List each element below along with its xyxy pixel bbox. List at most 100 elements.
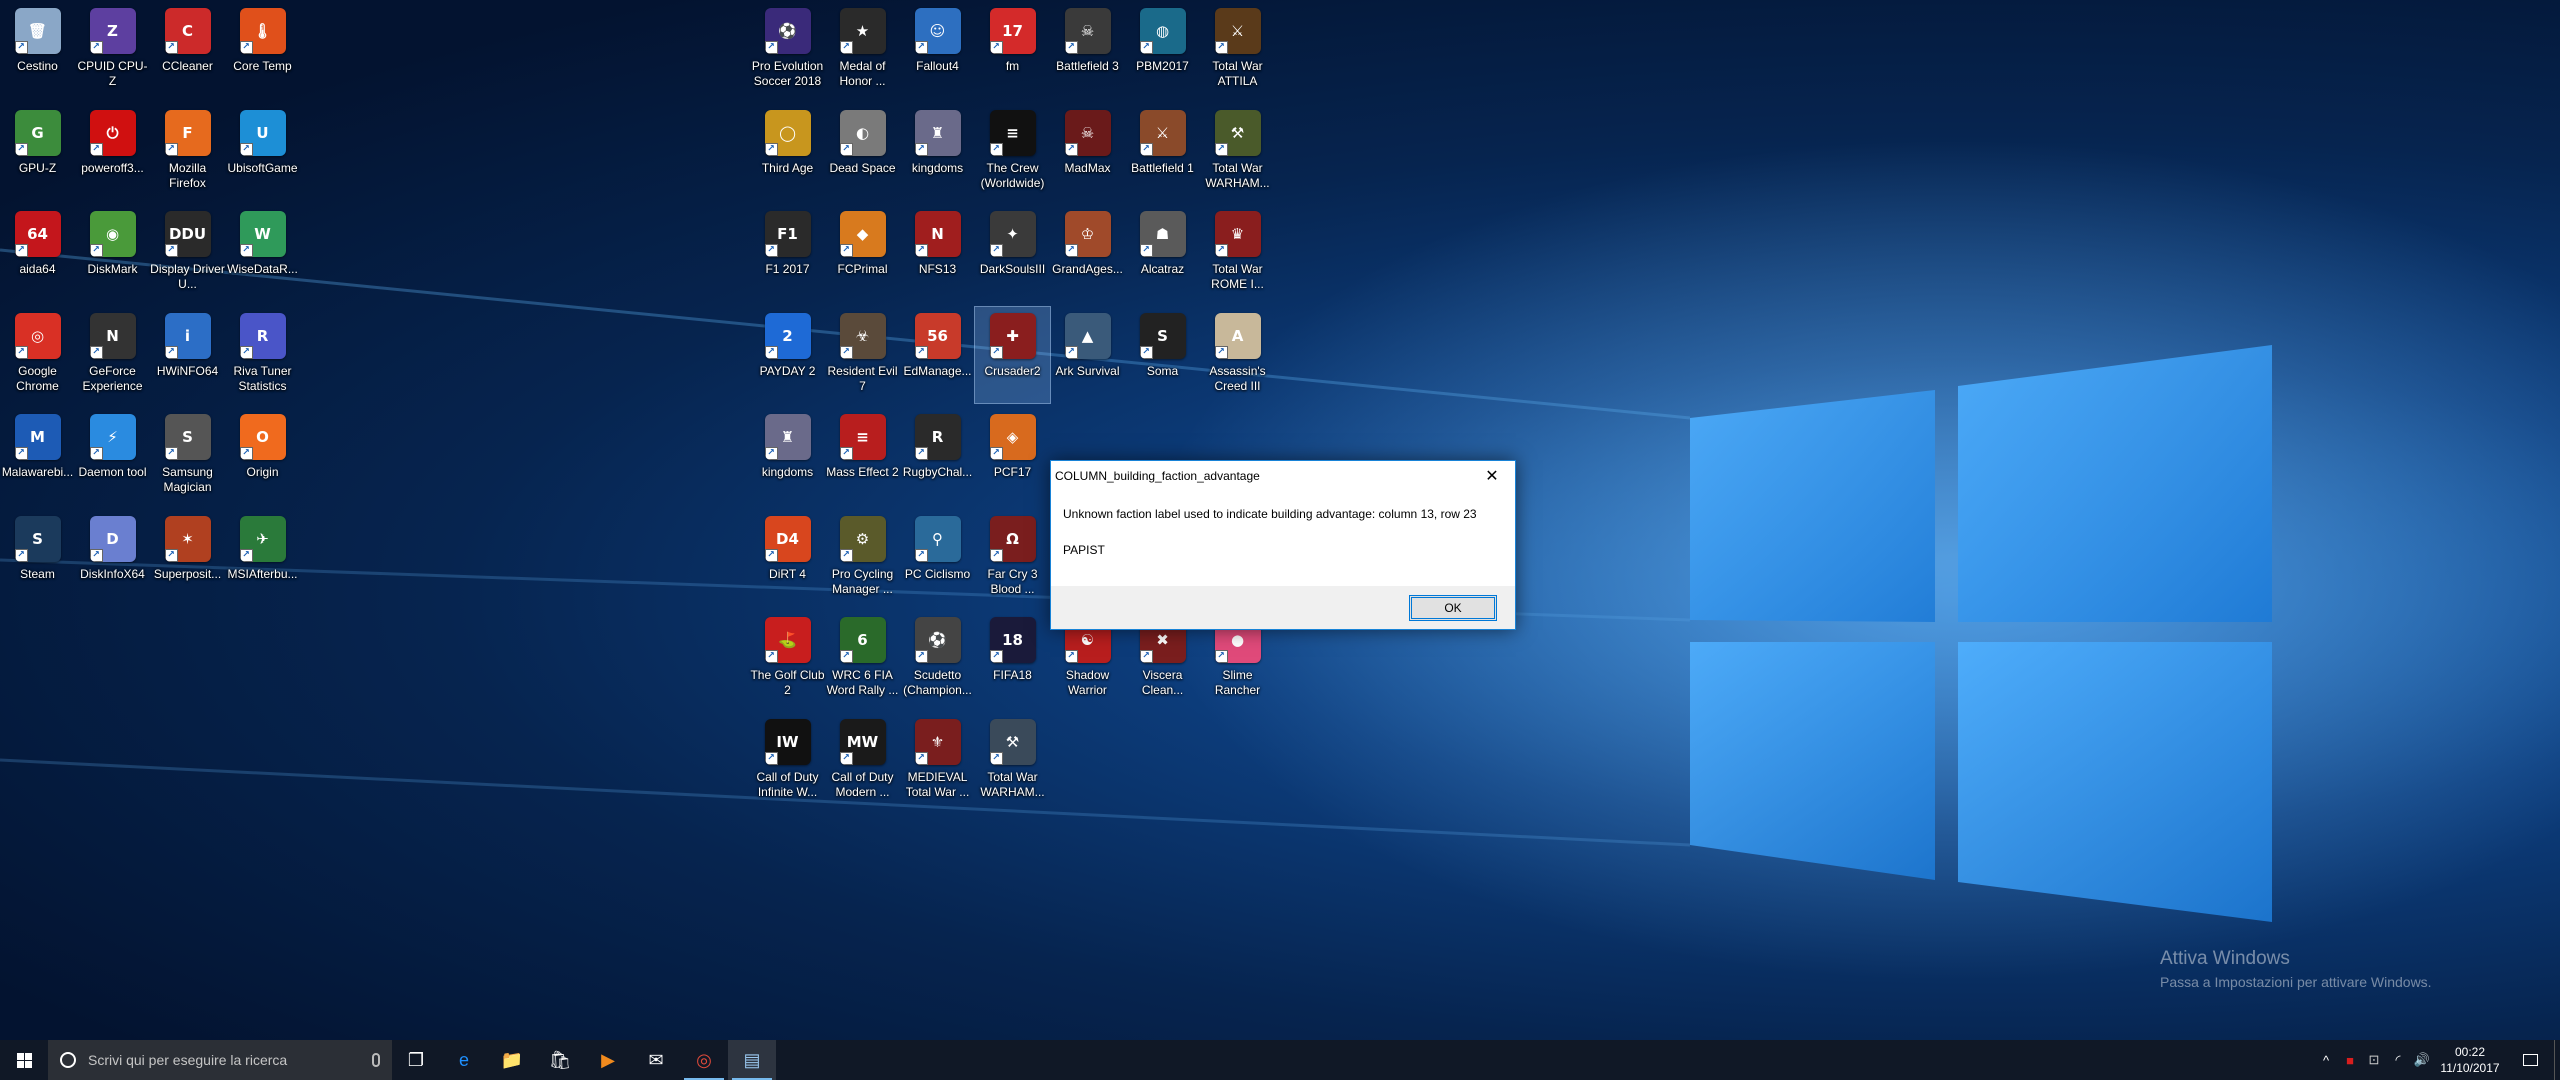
desktop-icon-football-manager[interactable]: 17 ↗ fm: [975, 2, 1050, 98]
taskbar-mail-button[interactable]: ✉: [632, 1040, 680, 1080]
start-button[interactable]: [0, 1040, 48, 1080]
desktop-icon-battlefield3[interactable]: ☠ ↗ Battlefield 3: [1050, 2, 1125, 98]
ok-button[interactable]: OK: [1409, 594, 1497, 621]
desktop-icon-warhammer[interactable]: ⚒ ↗ Total War WARHAM...: [1200, 104, 1275, 200]
desktop-icon-the-crew[interactable]: ≡ ↗ The Crew (Worldwide): [975, 104, 1050, 200]
show-desktop-button[interactable]: [2554, 1040, 2560, 1080]
volume-tray-icon[interactable]: 🔊: [2410, 1040, 2434, 1080]
desktop-icon-alcatraz[interactable]: ☗ ↗ Alcatraz: [1125, 205, 1200, 301]
shortcut-arrow-icon: ↗: [1214, 142, 1228, 156]
shortcut-arrow-icon: ↗: [1139, 345, 1153, 359]
desktop-icon-f1-2017[interactable]: F1 ↗ F1 2017: [750, 205, 825, 301]
desktop-icon-ark[interactable]: ▲ ↗ Ark Survival: [1050, 307, 1125, 403]
antivirus-tray-icon[interactable]: ■: [2338, 1040, 2362, 1080]
desktop-icon-core-temp[interactable]: 🌡 ↗ Core Temp: [225, 2, 300, 98]
icon-glyph: DDU: [168, 225, 207, 243]
system-tray: ^ ■ ⊡ ◜ 🔊 00:22 11/10/2017: [2314, 1040, 2560, 1080]
desktop-icon-wisedata[interactable]: W ↗ WiseDataR...: [225, 205, 300, 301]
desktop-icon-medal-of-honor[interactable]: ★ ↗ Medal of Honor ...: [825, 2, 900, 98]
desktop-icon-aida64[interactable]: 64 ↗ aida64: [0, 205, 75, 301]
desktop-icon-recycle-bin[interactable]: 🗑 ↗ Cestino: [0, 2, 75, 98]
desktop-icon-kingdoms[interactable]: ♜ ↗ kingdoms: [750, 408, 825, 504]
payday2-icon: 2 ↗: [764, 312, 811, 359]
desktop-icon-steam[interactable]: S ↗ Steam: [0, 510, 75, 606]
desktop-icon-geforce[interactable]: N ↗ GeForce Experience: [75, 307, 150, 403]
desktop-icon-hwinfo[interactable]: i ↗ HWiNFO64: [150, 307, 225, 403]
desktop-icon-dead-space[interactable]: ◐ ↗ Dead Space: [825, 104, 900, 200]
icon-glyph: ⚽: [778, 22, 797, 40]
desktop-icon-ddu[interactable]: DDU ↗ Display Driver U...: [150, 205, 225, 301]
desktop-icon-rivatuner[interactable]: R ↗ Riva Tuner Statistics: [225, 307, 300, 403]
search-box[interactable]: Scrivi qui per eseguire la ricerca: [48, 1040, 392, 1080]
desktop-icon-ccleaner[interactable]: C ↗ CCleaner: [150, 2, 225, 98]
desktop-icon-poweroff[interactable]: ⏻ ↗ poweroff3...: [75, 104, 150, 200]
desktop-icon-battlefield1[interactable]: ⚔ ↗ Battlefield 1: [1125, 104, 1200, 200]
desktop-icon-firefox[interactable]: F ↗ Mozilla Firefox: [150, 104, 225, 200]
desktop-icon-payday2[interactable]: 2 ↗ PAYDAY 2: [750, 307, 825, 403]
taskbar-task-view-button[interactable]: ❐: [392, 1040, 440, 1080]
taskbar-media-player-button[interactable]: ▶: [584, 1040, 632, 1080]
desktop-icon-nfs13[interactable]: N ↗ NFS13: [900, 205, 975, 301]
close-icon[interactable]: ✕: [1469, 461, 1515, 491]
desktop-icon-resident-evil[interactable]: ☣ ↗ Resident Evil 7: [825, 307, 900, 403]
desktop-icon-origin[interactable]: O ↗ Origin: [225, 408, 300, 504]
desktop-icon-soma[interactable]: S ↗ Soma: [1125, 307, 1200, 403]
security-tray-icon[interactable]: ⊡: [2362, 1040, 2386, 1080]
desktop-icon-far-cry[interactable]: Ω ↗ Far Cry 3 Blood ...: [975, 510, 1050, 606]
watermark-subtitle: Passa a Impostazioni per attivare Window…: [2160, 974, 2432, 990]
taskbar-file-explorer-button[interactable]: 📁: [488, 1040, 536, 1080]
desktop-icon-pcf17[interactable]: ◈ ↗ PCF17: [975, 408, 1050, 504]
icon-label: FIFA18: [993, 668, 1032, 682]
desktop-icon-medieval[interactable]: ⚜ ↗ MEDIEVAL Total War ...: [900, 713, 975, 809]
desktop-icon-attila[interactable]: ⚔ ↗ Total War ATTILA: [1200, 2, 1275, 98]
desktop-icon-diskinfo[interactable]: D ↗ DiskInfoX64: [75, 510, 150, 606]
clock[interactable]: 00:22 11/10/2017: [2434, 1044, 2506, 1076]
action-center-button[interactable]: [2506, 1040, 2554, 1080]
desktop-icon-diskmark[interactable]: ◉ ↗ DiskMark: [75, 205, 150, 301]
desktop-icon-gpuz[interactable]: G ↗ GPU-Z: [0, 104, 75, 200]
desktop-icon-warhammer2[interactable]: ⚒ ↗ Total War WARHAM...: [975, 713, 1050, 809]
desktop-icon-pes2018[interactable]: ⚽ ↗ Pro Evolution Soccer 2018: [750, 2, 825, 98]
desktop-icon-fallout4[interactable]: ☺ ↗ Fallout4: [900, 2, 975, 98]
desktop-icon-madmax[interactable]: ☠ ↗ MadMax: [1050, 104, 1125, 200]
desktop-icon-dirt4[interactable]: D4 ↗ DiRT 4: [750, 510, 825, 606]
desktop-icon-pbm2017[interactable]: ◍ ↗ PBM2017: [1125, 2, 1200, 98]
desktop-icon-cod-infinite-warfare[interactable]: IW ↗ Call of Duty Infinite W...: [750, 713, 825, 809]
taskbar-chrome-taskbar-button[interactable]: ◎: [680, 1040, 728, 1080]
desktop-icon-cpuz[interactable]: Z ↗ CPUID CPU-Z: [75, 2, 150, 98]
icon-label: Pro Cycling Manager ...: [831, 566, 894, 596]
desktop-icon-fifa18[interactable]: 18 ↗ FIFA18: [975, 611, 1050, 707]
taskbar-edge-button[interactable]: e: [440, 1040, 488, 1080]
desktop-icon-fc-primal[interactable]: ◆ ↗ FCPrimal: [825, 205, 900, 301]
network-tray-icon[interactable]: ◜: [2386, 1040, 2410, 1080]
desktop-icon-pro-cycling[interactable]: ⚙ ↗ Pro Cycling Manager ...: [825, 510, 900, 606]
desktop-icon-edmanager[interactable]: 56 ↗ EdManage...: [900, 307, 975, 403]
show-hidden-icons-chevron-icon[interactable]: ^: [2314, 1040, 2338, 1080]
taskbar-app-window-button[interactable]: ▤: [728, 1040, 776, 1080]
desktop-icon-third-age[interactable]: ◯ ↗ Third Age: [750, 104, 825, 200]
desktop-icon-scudetto[interactable]: ⚽ ↗ Scudetto (Champion...: [900, 611, 975, 707]
desktop-icon-ubisoft[interactable]: U ↗ UbisoftGame: [225, 104, 300, 200]
desktop-icon-golf-club[interactable]: ⛳ ↗ The Golf Club 2: [750, 611, 825, 707]
dialog-titlebar[interactable]: COLUMN_building_faction_advantage ✕: [1051, 461, 1515, 491]
desktop-icon-pc-ciclismo[interactable]: ⚲ ↗ PC Ciclismo: [900, 510, 975, 606]
desktop-icon-daemon-tools[interactable]: ⚡ ↗ Daemon tool: [75, 408, 150, 504]
desktop-icon-mass-effect[interactable]: ≡ ↗ Mass Effect 2: [825, 408, 900, 504]
desktop-icon-assassins-creed[interactable]: A ↗ Assassin's Creed III: [1200, 307, 1275, 403]
desktop-icon-chrome[interactable]: ◎ ↗ Google Chrome: [0, 307, 75, 403]
desktop-icon-cod-modern-warfare[interactable]: MW ↗ Call of Duty Modern ...: [825, 713, 900, 809]
desktop-icon-grand-ages[interactable]: ♔ ↗ GrandAges...: [1050, 205, 1125, 301]
desktop-icon-dark-souls[interactable]: ✦ ↗ DarkSoulsIII: [975, 205, 1050, 301]
icon-label: The Golf Club 2: [750, 668, 825, 697]
microphone-icon[interactable]: [372, 1053, 380, 1067]
desktop-icon-samsung-magician[interactable]: S ↗ Samsung Magician: [150, 408, 225, 504]
desktop-icon-wrc6[interactable]: 6 ↗ WRC 6 FIA Word Rally ...: [825, 611, 900, 707]
desktop-icon-rugby-challenge[interactable]: R ↗ RugbyChal...: [900, 408, 975, 504]
desktop-icon-kingdoms[interactable]: ♜ ↗ kingdoms: [900, 104, 975, 200]
taskbar-store-button[interactable]: 🛍: [536, 1040, 584, 1080]
desktop-icon-superposition[interactable]: ✶ ↗ Superposit...: [150, 510, 225, 606]
desktop-icon-msi-afterburner[interactable]: ✈ ↗ MSIAfterbu...: [225, 510, 300, 606]
desktop-icon-rome[interactable]: ♛ ↗ Total War ROME I...: [1200, 205, 1275, 301]
desktop-icon-malwarebytes[interactable]: M ↗ Malawarebi...: [0, 408, 75, 504]
desktop-icon-crusader2[interactable]: ✚ ↗ Crusader2: [974, 305, 1051, 404]
